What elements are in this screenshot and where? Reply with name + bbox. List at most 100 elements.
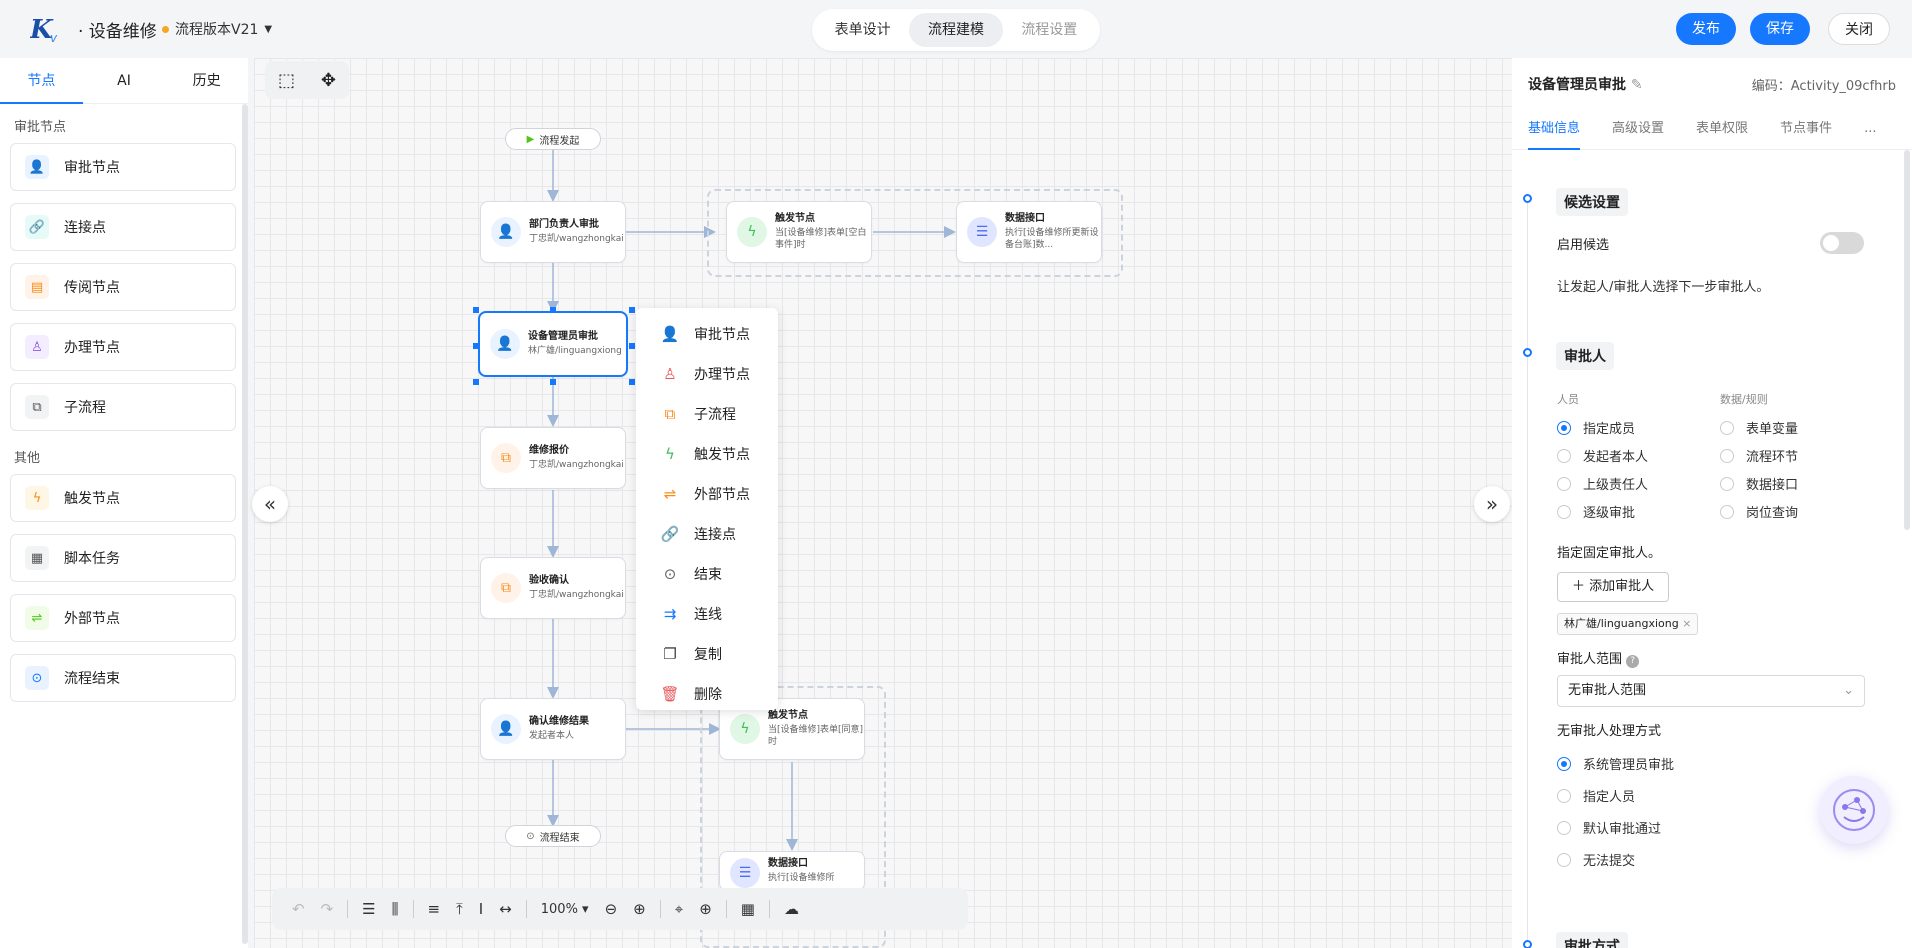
radio-label: 数据接口 (1746, 478, 1799, 493)
start-node[interactable]: ▶ 流程发起 (505, 128, 601, 150)
radio-initiator[interactable]: 发起者本人 (1557, 446, 1648, 465)
radio-superior[interactable]: 上级责任人 (1557, 474, 1648, 493)
resize-handle[interactable] (629, 307, 635, 313)
col-people-label: 人员 (1557, 393, 1579, 406)
user-icon: 👤 (660, 325, 680, 343)
align-middle-icon[interactable]: Ι (479, 900, 483, 918)
menu-connector[interactable]: 🔗 连接点 (636, 514, 778, 554)
sliders-icon: ☰ (730, 858, 760, 888)
end-node[interactable]: ⊙ 流程结束 (505, 825, 601, 847)
tab-more[interactable]: ... (1848, 108, 1892, 149)
menu-subprocess[interactable]: ⧉ 子流程 (636, 394, 778, 434)
node-code: 编码：Activity_09cfhrb (1751, 79, 1896, 94)
minimap-icon[interactable]: ▦ (741, 900, 755, 918)
menu-delete[interactable]: 🗑 删除 (636, 674, 778, 714)
node-dept-approval[interactable]: 👤 部门负责人审批 丁忠凯/wangzhongkai (480, 201, 626, 263)
node-data-api-top[interactable]: ☰ 数据接口 执行[设备维修所更新设备台账]数... (956, 201, 1102, 263)
resize-handle[interactable] (473, 379, 479, 385)
node-confirm-result[interactable]: 👤 确认维修结果 发起者本人 (480, 698, 626, 760)
radio-level-by-level[interactable]: 逐级审批 (1557, 502, 1635, 521)
zoom-out-icon[interactable]: ⊖ (605, 900, 618, 918)
section-approval-method: 审批方式 (1556, 932, 1628, 948)
panel-title-text: 设备管理员审批 (1528, 77, 1626, 93)
distribute-horizontal-icon[interactable]: ⫼ (392, 900, 399, 918)
cloud-upload-icon[interactable]: ☁ (784, 900, 799, 918)
radio-position-query[interactable]: 岗位查询 (1720, 502, 1798, 521)
resize-handle[interactable] (473, 343, 479, 349)
redo-icon[interactable]: ↷ (321, 900, 334, 918)
context-menu: 👤 审批节点 ♙ 办理节点 ⧉ 子流程 ϟ 触发节点 ⇌ 外部节点 🔗 连接点 ⊙ 结束 ⇉ 连… (636, 308, 778, 710)
menu-copy[interactable]: ❐ 复制 (636, 634, 778, 674)
distribute-vertical-icon[interactable]: ☰ (362, 900, 375, 918)
node-data-api-bottom[interactable]: ☰ 数据接口 执行[设备维修所 (719, 851, 865, 891)
radio-data-api[interactable]: 数据接口 (1720, 474, 1798, 493)
node-acceptance[interactable]: ⧉ 验收确认 丁忠凯/wangzhongkai (480, 557, 626, 619)
radio-dot (1557, 504, 1571, 519)
tab-advanced[interactable]: 高级设置 (1596, 108, 1680, 149)
align-top-icon[interactable]: ⤒ (456, 900, 463, 918)
tab-form-permission[interactable]: 表单权限 (1680, 108, 1764, 149)
node-equipment-approval[interactable]: 👤 设备管理员审批 林广雄/linguangxiong (478, 311, 628, 377)
node-repair-quote[interactable]: ⧉ 维修报价 丁忠凯/wangzhongkai (480, 427, 626, 489)
menu-item-label: 办理节点 (694, 367, 750, 383)
zoom-level[interactable]: 100% ▾ (541, 902, 589, 917)
menu-handle-node[interactable]: ♙ 办理节点 (636, 354, 778, 394)
radio-cannot-submit[interactable]: 无法提交 (1557, 850, 1635, 869)
menu-end[interactable]: ⊙ 结束 (636, 554, 778, 594)
menu-trigger-node[interactable]: ϟ 触发节点 (636, 434, 778, 474)
resize-handle[interactable] (629, 379, 635, 385)
edit-icon[interactable]: ✎ (1631, 77, 1643, 93)
node-subtitle: 丁忠凯/wangzhongkai (529, 590, 624, 600)
node-title: 触发节点 (768, 710, 808, 721)
menu-approval-node[interactable]: 👤 审批节点 (636, 314, 778, 354)
connect-line-icon: ⇉ (663, 605, 677, 623)
timeline (1527, 196, 1528, 948)
align-left-icon[interactable]: ≡ (428, 900, 441, 918)
tab-node-events[interactable]: 节点事件 (1764, 108, 1848, 149)
radio-dot (1557, 788, 1571, 803)
zoom-in-icon[interactable]: ⊕ (633, 900, 646, 918)
radio-designated-person[interactable]: 指定人员 (1557, 786, 1635, 805)
node-trigger-top[interactable]: ϟ 触发节点 当[设备维修]表单[空白事件]时 (726, 201, 872, 263)
radio-sysadmin[interactable]: 系统管理员审批 (1557, 754, 1674, 773)
resize-handle[interactable] (550, 307, 556, 313)
panel-scrollbar[interactable] (1904, 150, 1910, 530)
node-title: 部门负责人审批 (529, 219, 599, 230)
radio-form-variable[interactable]: 表单变量 (1720, 418, 1798, 437)
help-icon[interactable]: ? (1626, 655, 1640, 668)
menu-item-label: 外部节点 (694, 487, 750, 503)
resize-handle[interactable] (550, 379, 556, 385)
tab-basic-info[interactable]: 基础信息 (1512, 108, 1596, 150)
copy-icon: ❐ (663, 645, 677, 663)
resize-handle[interactable] (473, 307, 479, 313)
node-title: 数据接口 (1005, 213, 1045, 224)
trash-icon: 🗑 (660, 685, 680, 703)
candidate-toggle[interactable] (1820, 232, 1864, 254)
menu-external-node[interactable]: ⇌ 外部节点 (636, 474, 778, 514)
undo-icon[interactable]: ↶ (292, 900, 305, 918)
close-icon[interactable]: × (1682, 617, 1691, 630)
subprocess-icon: ⧉ (664, 405, 676, 423)
align-width-icon[interactable]: ↔ (499, 900, 512, 918)
panel-tabs: 基础信息 高级设置 表单权限 节点事件 ... (1512, 108, 1912, 150)
node-title: 数据接口 (768, 858, 808, 869)
approver-range-label: 审批人范围 ? (1557, 648, 1640, 668)
radio-process-step[interactable]: 流程环节 (1720, 446, 1798, 465)
radio-dot (1557, 820, 1571, 835)
globe-icon[interactable]: ⊕ (699, 900, 712, 918)
add-approver-button[interactable]: ＋ 添加审批人 (1557, 572, 1670, 602)
approver-range-select[interactable]: 无审批人范围 ⌄ (1557, 675, 1865, 707)
ai-assistant-button[interactable] (1820, 776, 1888, 844)
col-rule-label: 数据/规则 (1720, 393, 1768, 406)
menu-connect-line[interactable]: ⇉ 连线 (636, 594, 778, 634)
radio-designated-member[interactable]: 指定成员 (1557, 418, 1635, 437)
section-marker (1523, 194, 1532, 203)
external-icon: ⇌ (663, 485, 677, 503)
radio-label: 表单变量 (1746, 422, 1799, 437)
divider (525, 900, 527, 918)
radio-auto-pass[interactable]: 默认审批通过 (1557, 818, 1661, 837)
section-candidate: 候选设置 (1556, 188, 1628, 216)
user-icon: 👤 (491, 217, 521, 247)
resize-handle[interactable] (629, 343, 635, 349)
locate-icon[interactable]: ⌖ (675, 900, 683, 918)
